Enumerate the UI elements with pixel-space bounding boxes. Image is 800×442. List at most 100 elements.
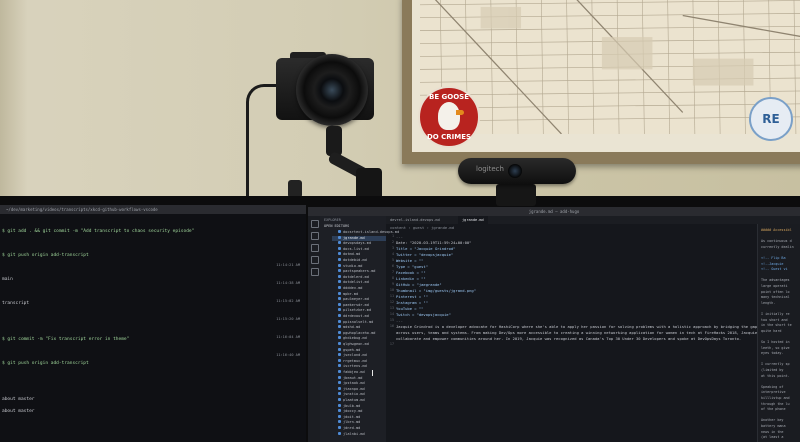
sidebar-file-item[interactable]: jbulb.md — [338, 403, 361, 409]
sidebar-file-item[interactable]: jseclond.md — [338, 353, 367, 358]
code-text: GitHub = "jaegrande" — [396, 282, 442, 287]
sidebar-file-label: jdoccy.md — [343, 409, 363, 414]
sidebar-file-item[interactable]: jpstaok.md — [338, 381, 365, 386]
preview-line: <!-- Flip Ba — [761, 256, 786, 260]
sidebar-file-item[interactable]: ghdiebug.md — [338, 336, 367, 341]
wall-shade — [0, 0, 28, 205]
sidebar-file-item[interactable]: gspeh.md — [338, 347, 361, 353]
sidebar-file-item[interactable]: jsnstio.md — [338, 392, 365, 397]
preview-line: As continuous d — [761, 239, 792, 244]
webcam-clip — [496, 184, 536, 206]
right-monitor-editor: jgrande.md — add-hugo EXPLORER OPEN EDIT… — [308, 207, 800, 442]
open-editors-header[interactable]: OPEN EDITORS — [324, 224, 349, 228]
sidebar-file-item[interactable]: dotdelist.md — [338, 280, 369, 285]
extensions-icon[interactable] — [311, 268, 319, 276]
sidebar-file-item[interactable]: jdoit.md — [338, 414, 360, 420]
markdown-file-icon — [338, 358, 341, 362]
sidebar-file-item[interactable]: docs-list.md — [338, 246, 369, 252]
line-number: 4 — [391, 252, 394, 256]
sidebar-file-item[interactable]: jtaxnpo.md — [338, 386, 365, 392]
sidebar-file-item[interactable]: ddrdevout.md — [338, 314, 369, 319]
sidebar-file-item[interactable]: iscrtens.md — [338, 364, 367, 369]
sidebar-file-label: jsnstio.md — [343, 392, 365, 397]
code-text: Jacquie Grindrod is a developer advocate… — [396, 324, 760, 329]
preview-line: large operati — [761, 284, 788, 288]
explorer-title: EXPLORER — [324, 218, 341, 222]
markdown-file-icon — [338, 291, 341, 295]
sidebar-file-item[interactable]: plaatum.md — [338, 398, 365, 403]
debug-icon[interactable] — [311, 256, 319, 264]
preview-line: Speaking of — [761, 384, 784, 389]
preview-line: I currently sp — [761, 362, 790, 367]
preview-line: too short and — [761, 317, 788, 322]
sidebar-file-label: dotdelerd.md — [343, 274, 369, 279]
sidebar-file-item[interactable]: jgrande.md — [332, 235, 386, 241]
sidebar-file-item[interactable]: ddddev.md — [338, 286, 362, 291]
editor-tabs: devrel-island-devops.md jgrande.md — [386, 216, 800, 224]
markdown-file-icon — [338, 252, 341, 256]
markdown-file-icon — [338, 414, 341, 418]
sidebar-file-item[interactable]: jlbrn.md — [338, 420, 360, 425]
markdown-file-icon — [338, 302, 341, 306]
terminal-timestamp: 11:16:40 AM — [276, 353, 300, 357]
line-number: 7 — [391, 270, 394, 274]
markdown-file-icon — [338, 235, 341, 239]
line-number: 9 — [391, 282, 394, 286]
files-icon[interactable] — [311, 220, 319, 228]
camera-lens-icon — [296, 54, 368, 126]
sidebar-file-label: jseclond.md — [343, 353, 367, 358]
sidebar-file-item[interactable]: ppisnolvelt.md — [338, 319, 373, 325]
line-number: 14 — [389, 312, 394, 316]
preview-line: quite hard — [761, 328, 782, 333]
sidebar-file-item[interactable]: dotdelerd.md — [338, 274, 369, 280]
terminal-timestamp: 11:15:20 AM — [276, 317, 300, 321]
sidebar-file-item[interactable]: jbeaut.md — [338, 375, 362, 381]
search-icon[interactable] — [311, 232, 319, 240]
sidebar-file-item[interactable]: pgwhoplaceho.md — [338, 330, 375, 336]
sidebar-file-item[interactable]: paekersdr.md — [338, 302, 369, 308]
sidebar-file-item[interactable]: jdoccy.md — [338, 409, 362, 414]
terminal-timestamp: 11:14:38 AM — [276, 281, 300, 285]
sidebar-file-item[interactable]: qlghwgeon.md — [338, 342, 369, 347]
breadcrumb[interactable]: content › guest › jgrande.md — [390, 225, 454, 230]
markdown-file-icon — [338, 392, 341, 396]
sidebar-file-item[interactable]: jdnrd.md — [338, 426, 360, 431]
sidebar-file-label: jbulb.md — [343, 403, 361, 408]
code-text: Date: "2020-03-19T11:59:24+00:00" — [396, 240, 472, 245]
sidebar-file-item[interactable]: pilsetzker.md — [338, 308, 371, 313]
tab-devrel-island[interactable]: devrel-island-devops.md — [386, 216, 444, 224]
sidebar-file-label: fabbjeo.md — [343, 370, 365, 374]
sidebar-file-label: paekersdr.md — [343, 302, 369, 307]
code-editor[interactable]: content › guest › jgrande.md 1 --- 2 Date: … — [386, 224, 778, 442]
sidebar-file-item[interactable]: studio.md — [338, 263, 362, 269]
sidebar-file-item[interactable]: mpbr.md — [338, 291, 358, 297]
preview-line: point often lo — [761, 289, 790, 294]
sidebar-file-item[interactable]: mdshd.md — [338, 325, 360, 330]
sidebar-file-label: gspeh.md — [343, 347, 361, 352]
markdown-file-icon — [338, 308, 341, 312]
terminal-title: ~/dev/marketing/videos/transcripts/xkcd-… — [0, 205, 306, 214]
sidebar-file-item[interactable]: devopsdays.md — [338, 241, 371, 246]
terminal-line: main — [2, 277, 13, 282]
tab-jgrande[interactable]: jgrande.md — [458, 216, 488, 224]
sidebar-file-item[interactable]: paulmeyer.md — [338, 297, 369, 302]
markdown-file-icon — [338, 426, 341, 429]
markdown-file-icon — [338, 403, 341, 407]
markdown-file-icon — [338, 431, 341, 435]
sidebar-file-item[interactable]: pactspeakers.md — [338, 269, 375, 274]
sidebar-file-item[interactable]: dotdebid.md — [338, 258, 367, 263]
terminal-timestamp: 11:15:02 AM — [276, 299, 300, 303]
line-number: 11 — [389, 294, 394, 298]
goose-icon — [438, 102, 460, 130]
sidebar-file-item[interactable]: rrgetmuc.md — [338, 358, 367, 364]
preview-line: I initially re — [761, 312, 790, 316]
preview-line: many technical — [761, 295, 790, 300]
source-control-icon[interactable] — [311, 244, 319, 252]
line-number: 16 — [389, 324, 394, 328]
code-text: Facebook = "" — [396, 270, 426, 275]
sidebar-file-label: jdnrd.md — [343, 426, 361, 430]
sidebar-file-item[interactable]: dotmd.md — [338, 252, 360, 257]
sidebar-file-item[interactable]: jlalnbi.md — [338, 431, 365, 437]
webcam: logitech — [458, 158, 576, 184]
sidebar-file-item[interactable]: fabbjeo.md — [338, 370, 365, 375]
